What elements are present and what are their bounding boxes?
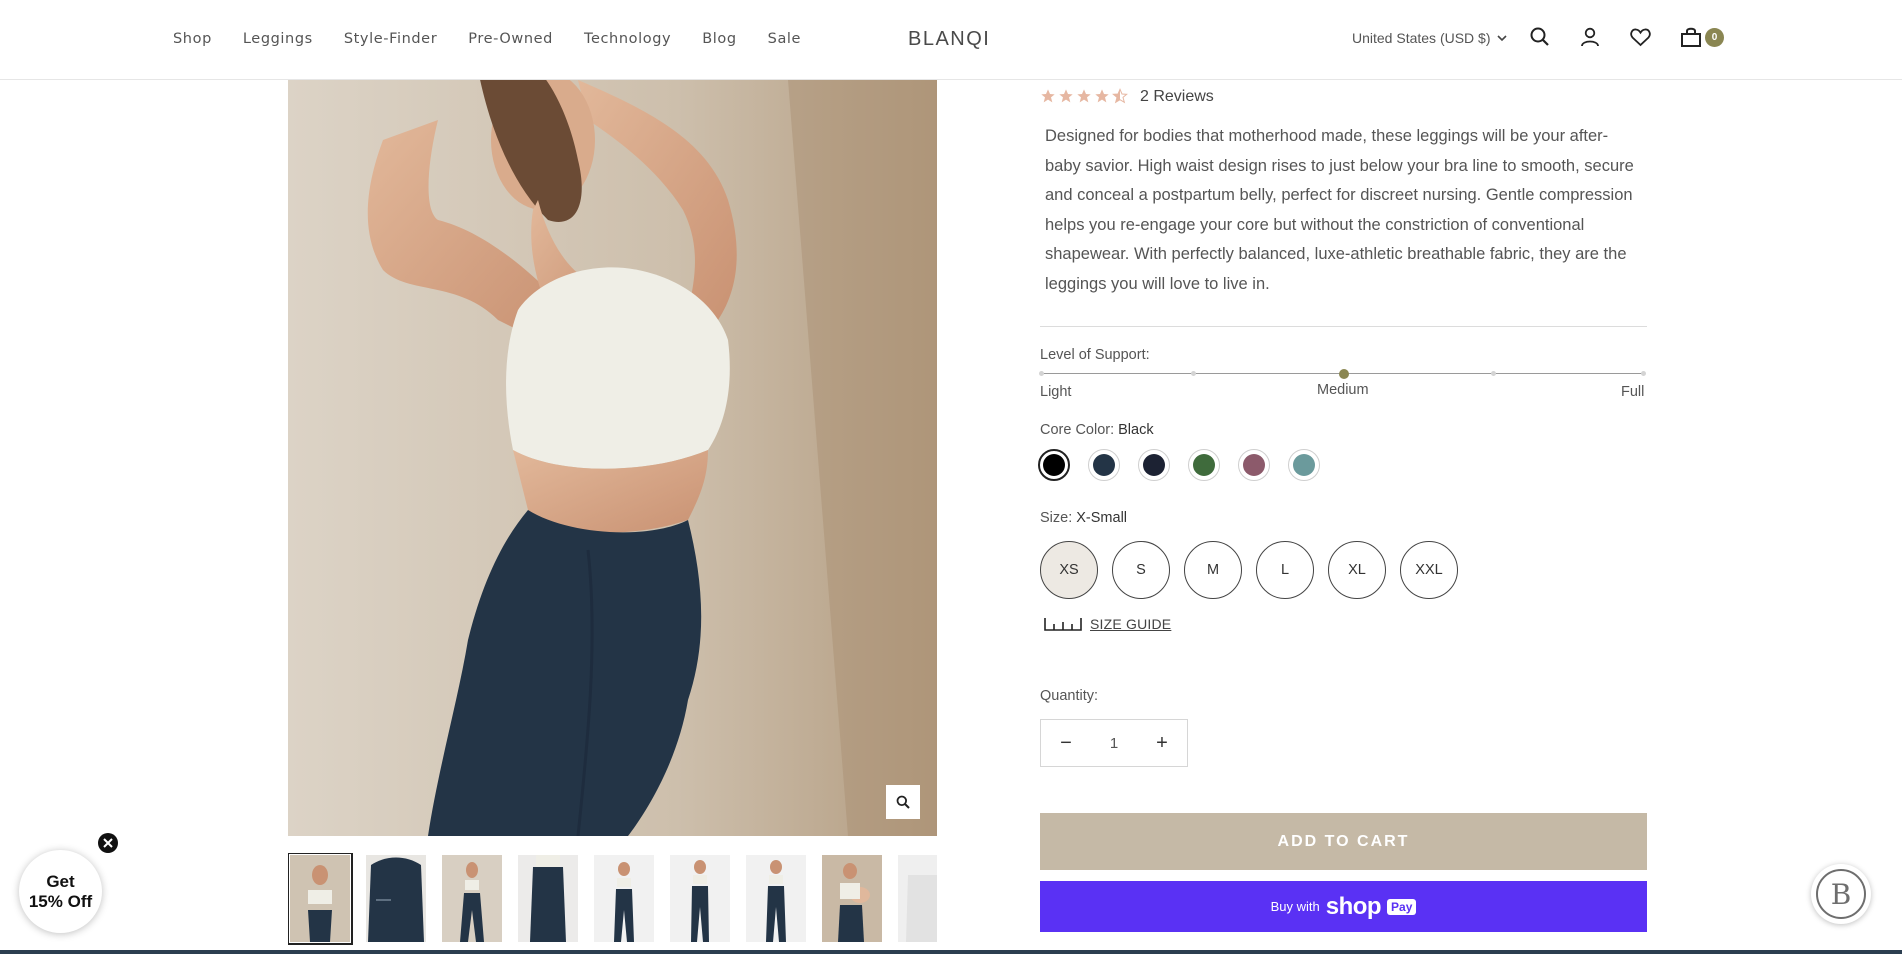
color-swatches — [1038, 449, 1320, 481]
color-swatch-fill — [1293, 454, 1315, 476]
thumbnail[interactable] — [594, 855, 654, 942]
size-guide-text: SIZE GUIDE — [1090, 616, 1172, 632]
size-option-s[interactable]: S — [1112, 541, 1170, 599]
add-to-cart-button[interactable]: ADD TO CART — [1040, 813, 1647, 870]
support-level-indicator — [1338, 369, 1349, 379]
thumbnail[interactable] — [898, 855, 937, 942]
nav-sale[interactable]: Sale — [768, 31, 801, 47]
zoom-button[interactable] — [886, 785, 920, 819]
star-icon — [1059, 89, 1073, 103]
wishlist-heart-icon[interactable] — [1627, 24, 1653, 50]
color-swatch[interactable] — [1038, 449, 1070, 481]
core-color-label: Core Color: Black — [1040, 422, 1154, 438]
thumbnail[interactable] — [366, 855, 426, 942]
half-star-icon — [1112, 88, 1128, 104]
nav-blog[interactable]: Blog — [702, 31, 736, 47]
chevron-down-icon — [1496, 34, 1507, 41]
size-guide-link[interactable]: SIZE GUIDE — [1044, 616, 1171, 632]
thumbnail[interactable] — [442, 855, 502, 942]
thumbnail[interactable] — [822, 855, 882, 942]
support-tick — [1491, 371, 1496, 376]
core-color-value: Black — [1118, 422, 1154, 438]
bottom-edge-strip — [0, 950, 1902, 954]
promo-line-2: 15% Off — [28, 891, 93, 911]
currency-selector[interactable]: United States (USD $) — [1352, 30, 1507, 46]
nav-style-finder[interactable]: Style-Finder — [344, 31, 437, 47]
support-medium-label: Medium — [1317, 382, 1369, 398]
site-header: Shop Leggings Style-Finder Pre-Owned Tec… — [0, 0, 1902, 80]
color-swatch-fill — [1243, 454, 1265, 476]
size-option-xxl[interactable]: XXL — [1400, 541, 1458, 599]
size-title: Size: — [1040, 510, 1073, 526]
color-swatch[interactable] — [1188, 449, 1220, 481]
thumbnail[interactable] — [288, 853, 353, 945]
color-swatch[interactable] — [1138, 449, 1170, 481]
magnifier-icon — [896, 795, 910, 809]
size-option-l[interactable]: L — [1256, 541, 1314, 599]
main-nav: Shop Leggings Style-Finder Pre-Owned Tec… — [173, 0, 832, 78]
size-option-xl[interactable]: XL — [1328, 541, 1386, 599]
nav-shop[interactable]: Shop — [173, 31, 212, 47]
size-option-m[interactable]: M — [1184, 541, 1242, 599]
nav-leggings[interactable]: Leggings — [243, 31, 313, 47]
quantity-increase-button[interactable]: + — [1153, 732, 1171, 755]
thumbnail[interactable] — [746, 855, 806, 942]
product-photo-illustration — [288, 80, 937, 836]
buy-with-shop-pay-button[interactable]: Buy with shop Pay — [1040, 881, 1647, 932]
color-swatch-fill — [1043, 454, 1065, 476]
cart-count-badge: 0 — [1705, 28, 1724, 47]
shop-pay-brand: shop — [1325, 892, 1382, 920]
star-icon — [1041, 89, 1055, 103]
quantity-decrease-button[interactable]: − — [1057, 732, 1075, 755]
quantity-label: Quantity: — [1040, 688, 1099, 704]
thumbnail[interactable] — [518, 855, 578, 942]
ruler-icon — [1044, 618, 1082, 631]
quantity-stepper: − 1 + — [1040, 719, 1188, 767]
thumbnail-strip — [288, 853, 937, 945]
currency-label: United States (USD $) — [1352, 30, 1491, 46]
cart-bag-icon[interactable] — [1678, 24, 1704, 50]
rating-stars[interactable] — [1040, 88, 1128, 104]
core-color-title: Core Color: — [1040, 422, 1115, 438]
color-swatch[interactable] — [1238, 449, 1270, 481]
close-icon — [103, 838, 113, 848]
quantity-value[interactable]: 1 — [1110, 735, 1118, 752]
nav-pre-owned[interactable]: Pre-Owned — [468, 31, 553, 47]
section-divider — [1040, 326, 1647, 327]
color-swatch-fill — [1193, 454, 1215, 476]
color-swatch-fill — [1093, 454, 1115, 476]
support-full-label: Full — [1621, 384, 1645, 400]
support-tick — [1641, 371, 1646, 376]
thumbnail[interactable] — [670, 855, 730, 942]
chat-widget-button[interactable]: B — [1811, 864, 1871, 924]
account-icon[interactable] — [1577, 24, 1603, 50]
size-label: Size: X-Small — [1040, 510, 1127, 526]
star-icon — [1095, 89, 1109, 103]
discount-promo-badge[interactable]: Get 15% Off — [19, 850, 102, 933]
promo-close-button[interactable] — [98, 833, 118, 853]
brand-b-icon: B — [1816, 869, 1866, 919]
site-logo[interactable]: BLANQI — [908, 28, 990, 51]
shop-pay-badge: Pay — [1387, 898, 1417, 915]
promo-line-1: Get — [46, 871, 75, 891]
size-option-xs[interactable]: XS — [1040, 541, 1098, 599]
support-tick — [1191, 371, 1196, 376]
color-swatch[interactable] — [1288, 449, 1320, 481]
reviews-count-link[interactable]: 2 Reviews — [1140, 88, 1214, 106]
shop-pay-prefix: Buy with — [1270, 899, 1320, 914]
color-swatch[interactable] — [1088, 449, 1120, 481]
search-icon[interactable] — [1527, 24, 1553, 50]
support-light-label: Light — [1040, 384, 1072, 400]
star-icon — [1077, 89, 1091, 103]
product-description: Designed for bodies that motherhood made… — [1045, 127, 1634, 293]
color-swatch-fill — [1143, 454, 1165, 476]
size-value: X-Small — [1076, 510, 1128, 526]
product-main-image[interactable] — [288, 80, 937, 836]
support-level-label: Level of Support: — [1040, 347, 1150, 363]
support-tick — [1039, 371, 1044, 376]
size-options: XS S M L XL XXL — [1040, 541, 1458, 599]
nav-technology[interactable]: Technology — [584, 31, 671, 47]
